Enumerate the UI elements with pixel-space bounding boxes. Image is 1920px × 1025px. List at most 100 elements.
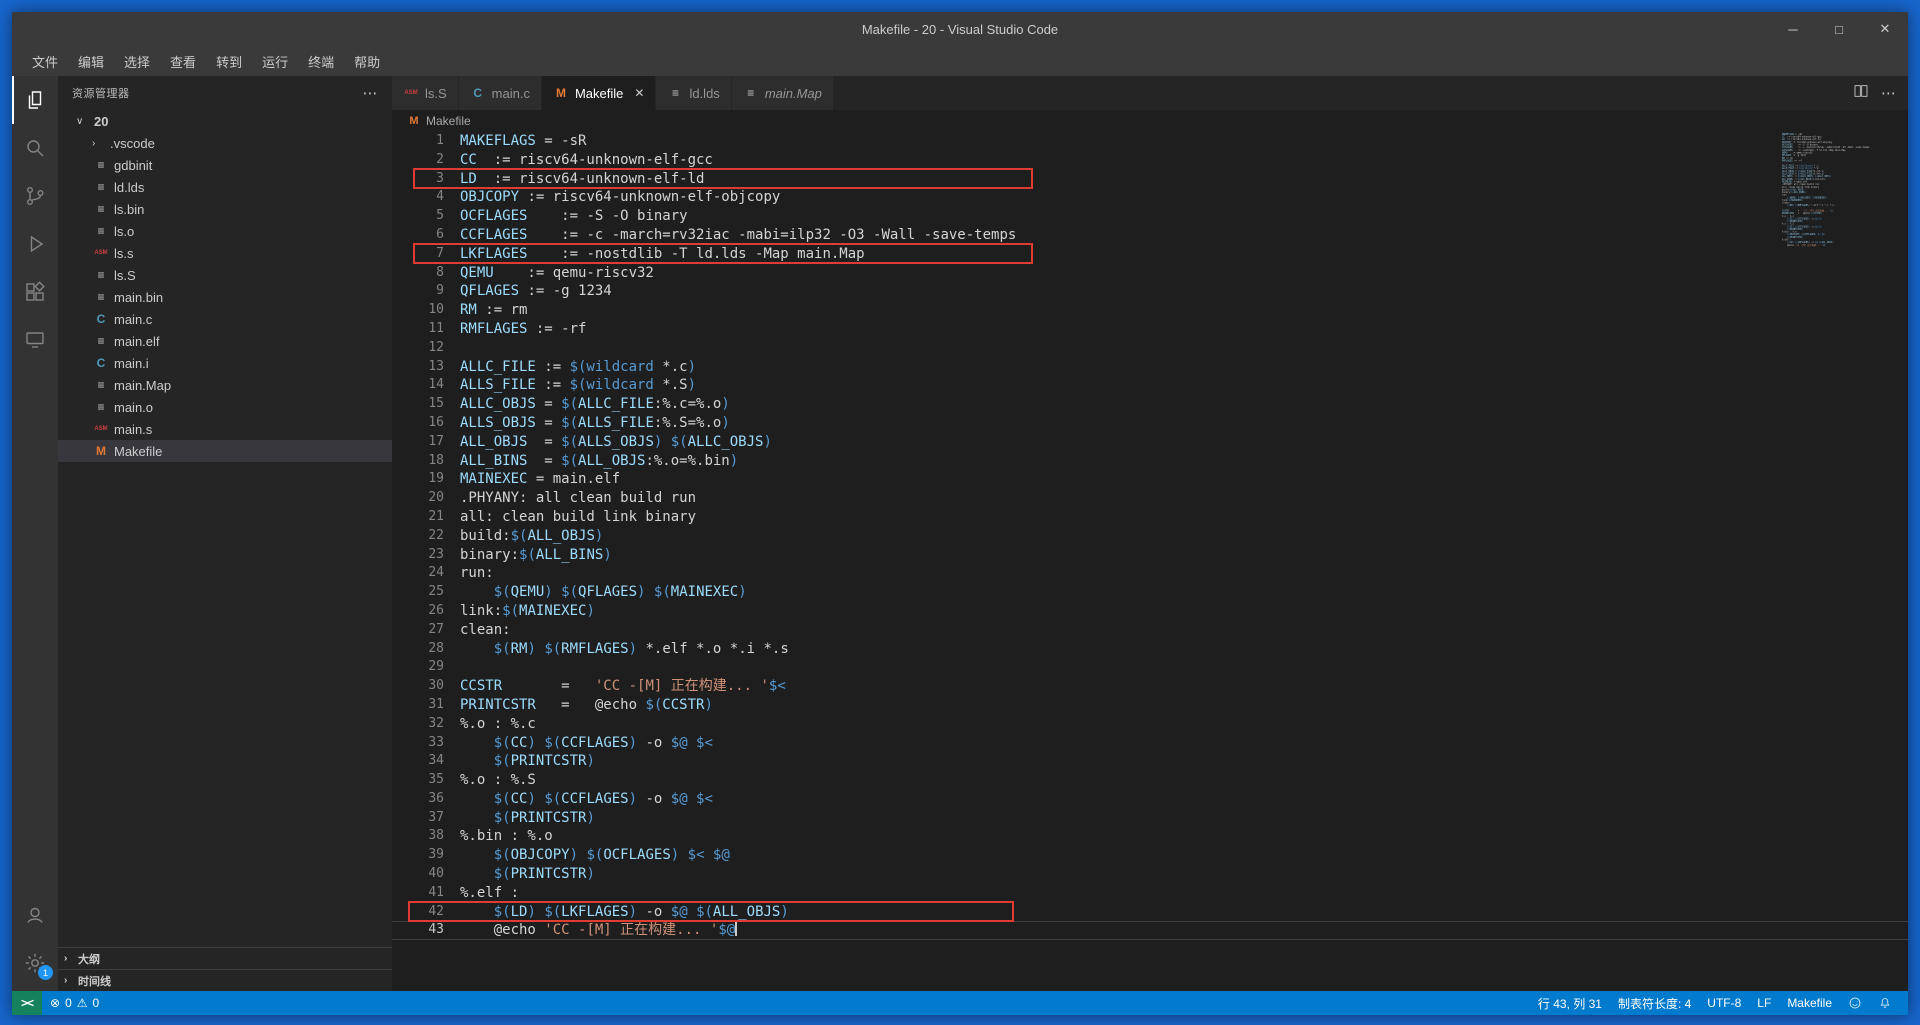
panel-时间线[interactable]: ›时间线 (58, 969, 392, 991)
menu-item-转到[interactable]: 转到 (206, 50, 252, 72)
code-line[interactable]: 34 $(PRINTCSTR) (392, 752, 1908, 771)
code-line[interactable]: 12 (392, 339, 1908, 358)
code-line[interactable]: 22build:$(ALL_OBJS) (392, 527, 1908, 546)
maximize-button[interactable]: □ (1816, 12, 1862, 46)
code-line[interactable]: 27clean: (392, 621, 1908, 640)
code-line[interactable]: 19MAINEXEC = main.elf (392, 470, 1908, 489)
code-line[interactable]: 33 $(CC) $(CCFLAGES) -o $@ $< (392, 734, 1908, 753)
code-editor[interactable]: 1MAKEFLAGS = -sR2CC := riscv64-unknown-e… (392, 132, 1908, 991)
code-line[interactable]: 16ALLS_OBJS = $(ALLS_FILE:%.S=%.o) (392, 414, 1908, 433)
menu-item-编辑[interactable]: 编辑 (68, 50, 114, 72)
code-line[interactable]: 4OBJCOPY := riscv64-unknown-elf-objcopy (392, 188, 1908, 207)
file-item-main.elf[interactable]: ≡main.elf (58, 330, 392, 352)
code-line[interactable]: 24run: (392, 564, 1908, 583)
code-line[interactable]: 13ALLC_FILE := $(wildcard *.c) (392, 358, 1908, 377)
code-line[interactable]: 32%.o : %.c (392, 715, 1908, 734)
code-line[interactable]: 37 $(PRINTCSTR) (392, 809, 1908, 828)
code-line[interactable]: 6CCFLAGES := -c -march=rv32iac -mabi=ilp… (392, 226, 1908, 245)
folder-row-20[interactable]: ∨ 20 (58, 110, 392, 132)
code-line[interactable]: 25 $(QEMU) $(QFLAGES) $(MAINEXEC) (392, 583, 1908, 602)
status-item[interactable]: 制表符长度: 4 (1610, 991, 1699, 1015)
tab-main.c[interactable]: Cmain.c (459, 76, 542, 110)
more-actions-icon[interactable]: ⋯ (1881, 84, 1896, 102)
file-item-main.s[interactable]: ASMmain.s (58, 418, 392, 440)
code-line[interactable]: 11RMFLAGES := -rf (392, 320, 1908, 339)
menu-item-选择[interactable]: 选择 (114, 50, 160, 72)
settings-icon[interactable]: 1 (12, 939, 58, 987)
code-line[interactable]: 15ALLC_OBJS = $(ALLC_FILE:%.c=%.o) (392, 395, 1908, 414)
tab-ls.S[interactable]: ASMls.S (392, 76, 459, 110)
tab-ld.lds[interactable]: ≡ld.lds (656, 76, 731, 110)
code-line[interactable]: 5OCFLAGES := -S -O binary (392, 207, 1908, 226)
code-line[interactable]: 21all: clean build link binary (392, 508, 1908, 527)
code-line[interactable]: 8QEMU := qemu-riscv32 (392, 264, 1908, 283)
extensions-icon[interactable] (12, 268, 58, 316)
code-line[interactable]: 2CC := riscv64-unknown-elf-gcc (392, 151, 1908, 170)
close-tab-icon[interactable]: ✕ (634, 86, 644, 100)
code-line[interactable]: 30CCSTR = 'CC -[M] 正在构建... '$< (392, 677, 1908, 696)
file-item-ls.s[interactable]: ASMls.s (58, 242, 392, 264)
feedback-icon[interactable] (1840, 991, 1870, 1015)
code-line[interactable]: 41%.elf : (392, 884, 1908, 903)
code-line[interactable]: 42 $(LD) $(LKFLAGES) -o $@ $(ALL_OBJS) (392, 903, 1908, 922)
file-item-main.i[interactable]: Cmain.i (58, 352, 392, 374)
code-line[interactable]: 10RM := rm (392, 301, 1908, 320)
file-item-main.Map[interactable]: ≡main.Map (58, 374, 392, 396)
tab-Makefile[interactable]: MMakefile✕ (542, 76, 656, 110)
code-line[interactable]: 14ALLS_FILE := $(wildcard *.S) (392, 376, 1908, 395)
remote-explorer-icon[interactable] (12, 316, 58, 364)
file-item-main.bin[interactable]: ≡main.bin (58, 286, 392, 308)
file-item-gdbinit[interactable]: ≡gdbinit (58, 154, 392, 176)
explorer-icon[interactable] (12, 76, 58, 124)
file-item-ls.o[interactable]: ≡ls.o (58, 220, 392, 242)
code-line[interactable]: 20.PHYANY: all clean build run (392, 489, 1908, 508)
breadcrumb[interactable]: M Makefile (392, 110, 1908, 132)
code-line[interactable]: 38%.bin : %.o (392, 827, 1908, 846)
code-line[interactable]: 35%.o : %.S (392, 771, 1908, 790)
more-actions-icon[interactable]: ⋯ (363, 84, 379, 102)
code-line[interactable]: 26link:$(MAINEXEC) (392, 602, 1908, 621)
code-line[interactable]: 40 $(PRINTCSTR) (392, 865, 1908, 884)
code-line[interactable]: 31PRINTCSTR = @echo $(CCSTR) (392, 696, 1908, 715)
status-item[interactable]: 行 43, 列 31 (1530, 991, 1610, 1015)
file-item-main.o[interactable]: ≡main.o (58, 396, 392, 418)
tab-main.Map[interactable]: ≡main.Map (732, 76, 834, 110)
notifications-icon[interactable] (1870, 991, 1900, 1015)
status-item[interactable]: LF (1749, 991, 1779, 1015)
remote-indicator[interactable]: >< (12, 991, 42, 1015)
menu-item-文件[interactable]: 文件 (22, 50, 68, 72)
problems-status[interactable]: ⊗0 ⚠0 (42, 991, 107, 1015)
file-item-main.c[interactable]: Cmain.c (58, 308, 392, 330)
menu-item-查看[interactable]: 查看 (160, 50, 206, 72)
code-line[interactable]: 18ALL_BINS = $(ALL_OBJS:%.o=%.bin) (392, 452, 1908, 471)
code-line[interactable]: 23binary:$(ALL_BINS) (392, 546, 1908, 565)
code-line[interactable]: 36 $(CC) $(CCFLAGES) -o $@ $< (392, 790, 1908, 809)
code-line[interactable]: 3LD := riscv64-unknown-elf-ld (392, 170, 1908, 189)
code-line[interactable]: 39 $(OBJCOPY) $(OCFLAGES) $< $@ (392, 846, 1908, 865)
minimap[interactable]: MAKEFLAGS = -sRCC := riscv64-unknown-elf… (1782, 133, 1898, 263)
minimize-button[interactable]: ─ (1770, 12, 1816, 46)
source-control-icon[interactable] (12, 172, 58, 220)
status-item[interactable]: Makefile (1779, 991, 1840, 1015)
code-line[interactable]: 17ALL_OBJS = $(ALLS_OBJS) $(ALLC_OBJS) (392, 433, 1908, 452)
code-line[interactable]: 7LKFLAGES := -nostdlib -T ld.lds -Map ma… (392, 245, 1908, 264)
file-item-ls.bin[interactable]: ≡ls.bin (58, 198, 392, 220)
code-line[interactable]: 43 @echo 'CC -[M] 正在构建... '$@ (392, 921, 1908, 940)
close-button[interactable]: ✕ (1862, 12, 1908, 46)
file-item-ls.S[interactable]: ≡ls.S (58, 264, 392, 286)
code-line[interactable]: 1MAKEFLAGS = -sR (392, 132, 1908, 151)
split-editor-icon[interactable] (1853, 83, 1869, 104)
panel-大纲[interactable]: ›大纲 (58, 947, 392, 969)
account-icon[interactable] (12, 891, 58, 939)
status-item[interactable]: UTF-8 (1699, 991, 1749, 1015)
file-item-.vscode[interactable]: ›.vscode (58, 132, 392, 154)
code-line[interactable]: 29 (392, 658, 1908, 677)
file-item-Makefile[interactable]: MMakefile (58, 440, 392, 462)
menu-item-终端[interactable]: 终端 (298, 50, 344, 72)
code-line[interactable]: 28 $(RM) $(RMFLAGES) *.elf *.o *.i *.s (392, 640, 1908, 659)
code-line[interactable]: 9QFLAGES := -g 1234 (392, 282, 1908, 301)
run-debug-icon[interactable] (12, 220, 58, 268)
menu-item-帮助[interactable]: 帮助 (344, 50, 390, 72)
menu-item-运行[interactable]: 运行 (252, 50, 298, 72)
file-item-ld.lds[interactable]: ≡ld.lds (58, 176, 392, 198)
